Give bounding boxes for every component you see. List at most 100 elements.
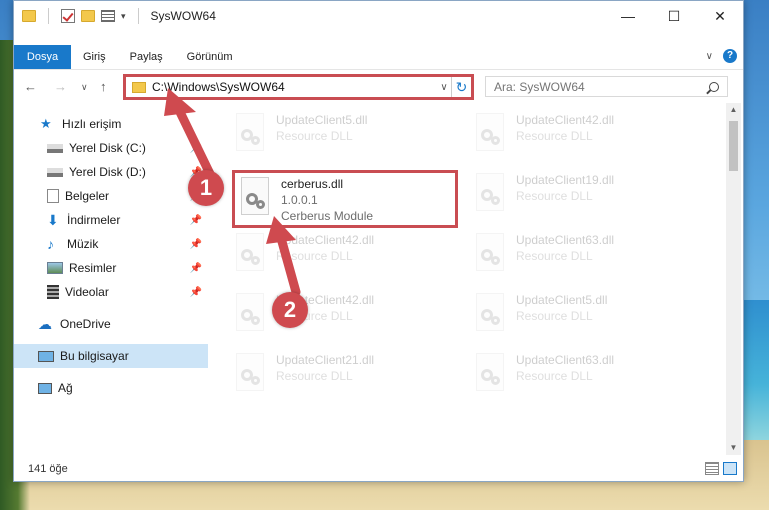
- dll-file-icon: [232, 111, 268, 155]
- file-description: Resource DLL: [276, 249, 353, 263]
- scroll-down-icon[interactable]: ▼: [726, 441, 741, 455]
- ribbon-tabs: Dosya Giriş Paylaş Görünüm ∨ ?: [14, 45, 743, 69]
- up-arrow-icon[interactable]: ↑: [100, 79, 107, 94]
- address-path[interactable]: C:\Windows\SysWOW64: [152, 80, 437, 94]
- pin-icon[interactable]: 📌: [190, 239, 202, 250]
- sidebar-item-music[interactable]: ♪ Müzik 📌: [14, 232, 208, 256]
- sidebar-item-documents[interactable]: Belgeler 📌: [14, 184, 208, 208]
- cerberus-dll-file[interactable]: cerberus.dll 1.0.0.1 Cerberus Module: [232, 170, 458, 228]
- file-item[interactable]: UpdateClient42.dll Resource DLL: [232, 231, 432, 287]
- file-version: 1.0.0.1: [281, 193, 318, 207]
- sidebar-item-this-pc[interactable]: Bu bilgisayar: [14, 344, 208, 368]
- dll-file-icon: [232, 231, 268, 275]
- window-title: SysWOW64: [150, 9, 216, 23]
- pin-icon[interactable]: 📌: [190, 287, 202, 298]
- file-item[interactable]: UpdateClient5.dll Resource DLL: [232, 111, 432, 167]
- step-badge-1: 1: [188, 170, 224, 206]
- file-description: Resource DLL: [516, 309, 593, 323]
- minimize-button[interactable]: —: [605, 1, 651, 31]
- file-name: UpdateClient63.dll: [516, 233, 615, 247]
- forward-arrow-icon[interactable]: →: [54, 79, 67, 94]
- file-name: UpdateClient42.dll: [516, 113, 615, 127]
- recent-locations-chevron-icon[interactable]: ∨: [81, 82, 88, 93]
- star-icon: ★: [40, 116, 52, 131]
- properties-list-icon[interactable]: [101, 10, 115, 22]
- file-item[interactable]: UpdateClient19.dll Resource DLL: [472, 171, 672, 227]
- new-folder-icon[interactable]: [81, 10, 95, 22]
- address-bar[interactable]: C:\Windows\SysWOW64 ∨ ↻: [123, 74, 474, 100]
- sidebar-item-label: Yerel Disk (D:): [69, 165, 146, 179]
- sidebar-item-quick-access[interactable]: ★ Hızlı erişim: [14, 112, 208, 136]
- view-buttons: [705, 462, 737, 475]
- back-arrow-icon[interactable]: ←: [24, 79, 37, 94]
- sidebar-item-label: Bu bilgisayar: [60, 349, 129, 363]
- file-item[interactable]: UpdateClient21.dll Resource DLL: [232, 351, 432, 407]
- file-name: UpdateClient42.dll: [276, 233, 375, 247]
- sidebar-item-label: Yerel Disk (C:): [69, 141, 146, 155]
- folder-icon: [132, 81, 146, 93]
- properties-check-icon[interactable]: [61, 9, 75, 23]
- tab-home[interactable]: Giriş: [71, 51, 118, 63]
- quick-access-toolbar: ▾ SysWOW64: [22, 8, 216, 24]
- sidebar-item-downloads[interactable]: ⬇ İndirmeler 📌: [14, 208, 208, 232]
- sidebar-item-onedrive[interactable]: ☁ OneDrive: [14, 312, 208, 336]
- pin-icon[interactable]: 📌: [190, 215, 202, 226]
- search-field[interactable]: [485, 76, 728, 97]
- file-name: UpdateClient19.dll: [516, 173, 615, 187]
- download-icon: ⬇: [47, 212, 59, 228]
- customize-toolbar-chevron-icon[interactable]: ▾: [121, 11, 126, 22]
- dll-file-icon: [237, 175, 273, 219]
- sidebar-item-label: Belgeler: [65, 189, 110, 203]
- address-dropdown-chevron-icon[interactable]: ∨: [437, 82, 451, 93]
- sidebar-item-label: Müzik: [67, 237, 99, 251]
- help-icon[interactable]: ?: [723, 49, 737, 63]
- maximize-button[interactable]: ☐: [651, 1, 697, 31]
- drive-icon: [47, 167, 63, 177]
- dll-file-icon: [472, 291, 508, 335]
- sidebar-item-pictures[interactable]: Resimler 📌: [14, 256, 208, 280]
- file-description: Resource DLL: [516, 129, 593, 143]
- navigation-pane: ★ Hızlı erişim Yerel Disk (C:) 📌 Yerel D…: [14, 103, 208, 455]
- title-bar: ▾ SysWOW64 — ☐ ✕: [14, 1, 743, 31]
- file-item[interactable]: UpdateClient42.dll Resource DLL: [232, 291, 432, 347]
- dll-file-icon: [472, 351, 508, 395]
- file-item[interactable]: UpdateClient63.dll Resource DLL: [472, 231, 672, 287]
- cloud-icon: ☁: [38, 316, 52, 332]
- file-description: Resource DLL: [276, 129, 353, 143]
- sidebar-item-disk-d[interactable]: Yerel Disk (D:) 📌: [14, 160, 208, 184]
- file-description: Resource DLL: [516, 369, 593, 383]
- pin-icon[interactable]: 📌: [190, 263, 202, 274]
- scroll-up-icon[interactable]: ▲: [726, 103, 741, 117]
- sidebar-item-videos[interactable]: Videolar 📌: [14, 280, 208, 304]
- pictures-icon: [47, 262, 63, 274]
- tiles-view-icon[interactable]: [723, 462, 737, 475]
- folder-icon: [22, 10, 36, 22]
- scroll-thumb[interactable]: [729, 121, 738, 171]
- sidebar-item-disk-c[interactable]: Yerel Disk (C:) 📌: [14, 136, 208, 160]
- search-icon: [709, 81, 719, 92]
- tab-file[interactable]: Dosya: [14, 45, 71, 69]
- tab-share[interactable]: Paylaş: [118, 51, 175, 63]
- file-description: Resource DLL: [516, 189, 593, 203]
- search-input[interactable]: [494, 79, 709, 94]
- explorer-window: ▾ SysWOW64 — ☐ ✕ Dosya Giriş Paylaş Görü…: [13, 0, 744, 482]
- sidebar-item-network[interactable]: Ağ: [14, 376, 208, 400]
- file-item[interactable]: UpdateClient63.dll Resource DLL: [472, 351, 672, 407]
- file-item[interactable]: UpdateClient42.dll Resource DLL: [472, 111, 672, 167]
- file-name: UpdateClient5.dll: [516, 293, 608, 307]
- dll-file-icon: [472, 231, 508, 275]
- documents-icon: [47, 189, 59, 203]
- close-button[interactable]: ✕: [697, 1, 743, 31]
- sidebar-item-label: Hızlı erişim: [62, 117, 122, 131]
- refresh-icon[interactable]: ↻: [451, 77, 471, 97]
- file-item[interactable]: UpdateClient5.dll Resource DLL: [472, 291, 672, 347]
- vertical-scrollbar[interactable]: ▲ ▼: [726, 103, 741, 455]
- toolbar-separator: [137, 8, 139, 24]
- pin-icon[interactable]: 📌: [190, 143, 202, 154]
- dll-file-icon: [232, 351, 268, 395]
- details-view-icon[interactable]: [705, 462, 719, 475]
- dll-file-icon: [472, 171, 508, 215]
- chevron-down-icon[interactable]: ∨: [706, 51, 713, 62]
- tab-view[interactable]: Görünüm: [175, 51, 245, 63]
- sidebar-item-label: Ağ: [58, 381, 73, 395]
